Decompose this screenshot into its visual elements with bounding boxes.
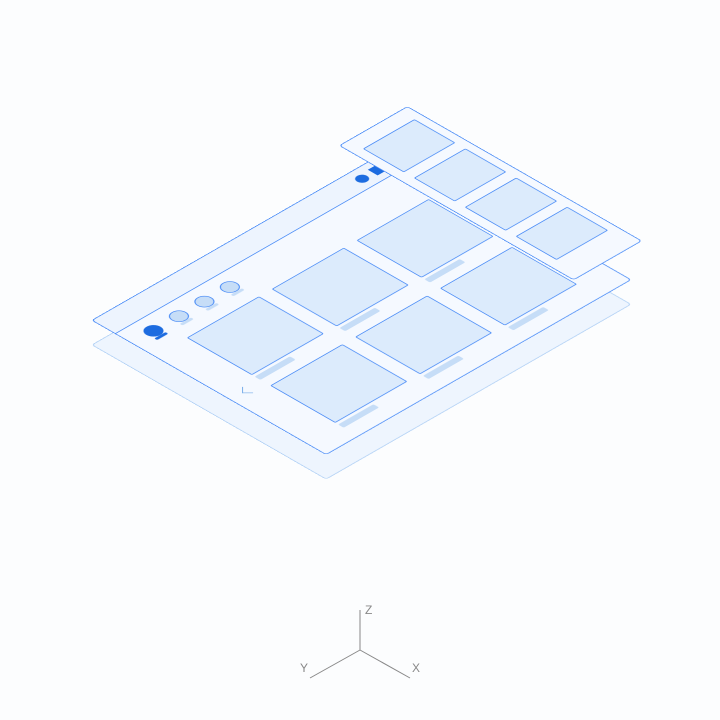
grid-card-caption	[339, 308, 380, 332]
axis-x-label: X	[412, 661, 420, 675]
axis-y-label: Y	[300, 661, 308, 675]
panel-item[interactable]	[516, 207, 609, 260]
chevron-left-icon[interactable]	[242, 387, 253, 393]
grid-card[interactable]	[270, 344, 407, 423]
axes-gizmo: Z Y X	[280, 600, 440, 700]
axis-z-label: Z	[365, 603, 372, 617]
circle-icon	[352, 173, 372, 184]
grid-card-caption	[338, 404, 379, 428]
grid-card[interactable]	[355, 296, 492, 375]
grid-card-caption	[423, 356, 464, 380]
grid-card-caption	[508, 307, 549, 331]
grid-card-caption	[255, 356, 296, 380]
